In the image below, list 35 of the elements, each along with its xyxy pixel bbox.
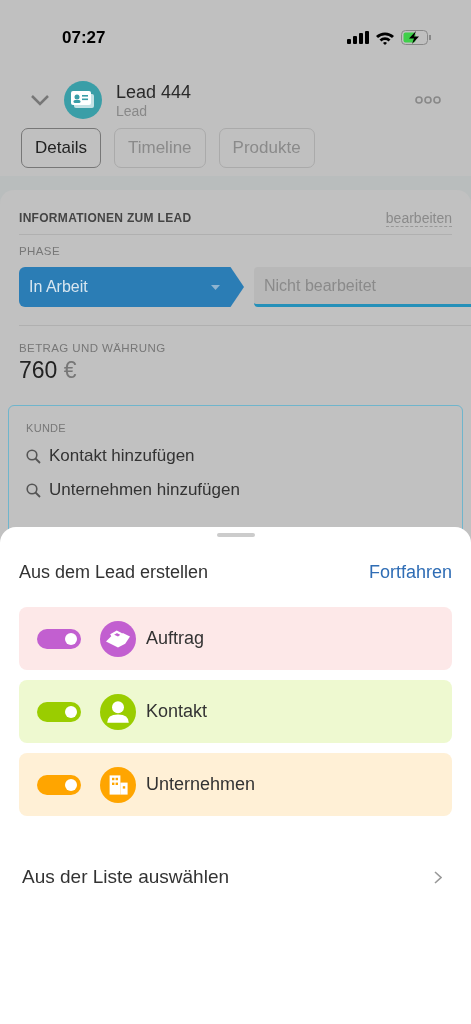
- battery-icon: [401, 30, 431, 45]
- list-select-label: Aus der Liste auswählen: [22, 866, 229, 888]
- toggle-switch[interactable]: [37, 701, 81, 722]
- person-icon: [100, 693, 136, 730]
- field-label: BETRAG UND WÄHRUNG: [19, 342, 167, 354]
- list-select-row[interactable]: Aus der Liste auswählen: [22, 866, 442, 888]
- add-client-link[interactable]: Kontakt hinzufügen: [49, 446, 195, 466]
- chevron-right-icon: [434, 870, 442, 884]
- signal-icon: [347, 31, 369, 44]
- lead-avatar-icon: [64, 81, 102, 119]
- field-label: PHASE: [19, 245, 61, 257]
- lead-title: Lead 444: [116, 81, 193, 103]
- tab[interactable]: Details: [21, 128, 101, 168]
- drag-handle[interactable]: [216, 533, 255, 537]
- clock-time: 07:27: [62, 27, 106, 48]
- field-label: KUNDE: [26, 422, 67, 434]
- sheet-title: Aus dem Lead erstellen: [19, 561, 209, 583]
- option-label: Auftrag: [146, 628, 205, 649]
- search-icon: [26, 482, 41, 498]
- dropdown-caret-icon: [211, 284, 220, 290]
- option-label: Unternehmen: [146, 774, 256, 795]
- toggle-switch[interactable]: [37, 628, 81, 649]
- phase-stage[interactable]: In Arbeit: [19, 267, 244, 307]
- section-title: INFORMATIONEN ZUM LEAD: [19, 211, 192, 225]
- lead-subtitle: Lead: [116, 102, 149, 119]
- building-icon: [100, 766, 136, 803]
- toggle-switch[interactable]: [37, 774, 81, 795]
- amount-value: 760 €: [19, 357, 78, 384]
- search-icon: [26, 448, 41, 464]
- add-client-link[interactable]: Unternehmen hinzufügen: [49, 480, 240, 500]
- continue-link[interactable]: Fortfahren: [368, 561, 452, 583]
- more-icon[interactable]: [415, 96, 441, 104]
- option-label: Kontakt: [146, 701, 208, 722]
- wifi-icon: [375, 30, 395, 45]
- chevron-down-icon[interactable]: [30, 94, 50, 106]
